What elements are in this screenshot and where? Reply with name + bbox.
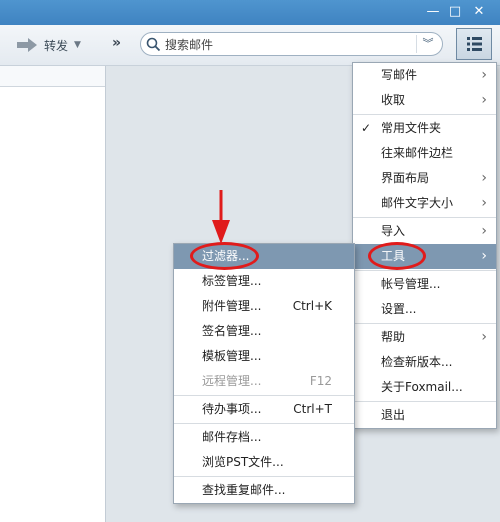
submenu-item-find-duplicates[interactable]: 查找重复邮件... <box>174 478 354 503</box>
folder-pane-header <box>0 66 105 87</box>
menu-separator <box>174 476 354 477</box>
chevron-right-icon: › <box>481 67 487 83</box>
menu-separator <box>353 270 496 271</box>
menu-item-label: 退出 <box>381 408 406 422</box>
tools-submenu: 过滤器... 标签管理... 附件管理... Ctrl+K 签名管理... 模板管… <box>173 243 355 504</box>
menu-item-check-update[interactable]: 检查新版本... <box>353 350 496 375</box>
menu-item-label: 帮助 <box>381 330 406 344</box>
menu-item-import[interactable]: 导入 › <box>353 219 496 244</box>
title-bar: — □ ✕ <box>0 0 500 25</box>
menu-separator <box>353 323 496 324</box>
menu-item-label: 邮件文字大小 <box>381 196 454 210</box>
submenu-item-signature-manager[interactable]: 签名管理... <box>174 319 354 344</box>
annotation-arrow-icon <box>212 190 230 244</box>
menu-item-about[interactable]: 关于Foxmail... <box>353 375 496 400</box>
shortcut-label: F12 <box>309 374 332 388</box>
close-button[interactable]: ✕ <box>469 3 489 21</box>
menu-item-label: 工具 <box>381 249 406 263</box>
menu-item-label: 签名管理... <box>202 324 262 338</box>
menu-item-label: 标签管理... <box>202 274 262 288</box>
menu-item-text-size[interactable]: 邮件文字大小 › <box>353 191 496 216</box>
folder-pane <box>0 66 106 522</box>
menu-item-label: 常用文件夹 <box>381 121 442 135</box>
menu-item-label: 设置... <box>381 302 417 316</box>
menu-separator <box>353 217 496 218</box>
chevron-right-icon: › <box>481 248 487 264</box>
menu-item-label: 往来邮件边栏 <box>381 146 454 160</box>
chevron-down-icon: ▼ <box>74 40 81 50</box>
menu-item-compose[interactable]: 写邮件 › <box>353 63 496 88</box>
menu-separator <box>353 401 496 402</box>
chevron-right-icon: › <box>481 223 487 239</box>
menu-item-tools[interactable]: 工具 › <box>353 244 496 269</box>
menu-item-label: 检查新版本... <box>381 355 453 369</box>
submenu-item-archive[interactable]: 邮件存档... <box>174 425 354 450</box>
menu-item-label: 收取 <box>381 93 406 107</box>
search-input[interactable] <box>163 35 417 55</box>
maximize-button[interactable]: □ <box>445 3 465 21</box>
chevron-right-icon: › <box>481 329 487 345</box>
menu-item-label: 模板管理... <box>202 349 262 363</box>
more-button[interactable]: » <box>112 35 121 51</box>
submenu-item-filters[interactable]: 过滤器... <box>174 244 354 269</box>
menu-item-receive[interactable]: 收取 › <box>353 88 496 113</box>
menu-item-settings[interactable]: 设置... <box>353 297 496 322</box>
menu-item-label: 待办事项... <box>202 402 262 416</box>
menu-item-label: 帐号管理... <box>381 277 441 291</box>
forward-arrow-icon <box>17 38 37 52</box>
menu-item-label: 过滤器... <box>202 249 250 263</box>
submenu-item-todo[interactable]: 待办事项... Ctrl+T <box>174 397 354 422</box>
menu-item-label: 界面布局 <box>381 171 430 185</box>
search-icon <box>146 37 161 52</box>
submenu-item-template-manager[interactable]: 模板管理... <box>174 344 354 369</box>
shortcut-label: Ctrl+K <box>292 299 332 313</box>
menu-item-label: 邮件存档... <box>202 430 262 444</box>
submenu-item-tag-manager[interactable]: 标签管理... <box>174 269 354 294</box>
search-box: ︾ <box>140 32 443 56</box>
submenu-item-remote-manager: 远程管理... F12 <box>174 369 354 394</box>
menu-item-help[interactable]: 帮助 › <box>353 325 496 350</box>
menu-item-account-manager[interactable]: 帐号管理... <box>353 272 496 297</box>
menu-list-icon <box>467 37 482 51</box>
chevron-right-icon: › <box>481 92 487 108</box>
menu-item-contacts-sidebar[interactable]: 往来邮件边栏 <box>353 141 496 166</box>
main-menu: 写邮件 › 收取 › ✓ 常用文件夹 往来邮件边栏 界面布局 › 邮件文字大小 › 导入 ›… <box>352 62 497 429</box>
chevron-right-icon: › <box>481 170 487 186</box>
menu-separator <box>174 423 354 424</box>
menu-separator <box>353 114 496 115</box>
chevron-right-icon: › <box>481 195 487 211</box>
shortcut-label: Ctrl+T <box>293 402 332 416</box>
menu-item-label: 写邮件 <box>381 68 418 82</box>
minimize-button[interactable]: — <box>423 3 443 21</box>
main-menu-button[interactable] <box>456 28 492 60</box>
toolbar: 转发 ▼ » ︾ <box>0 25 500 66</box>
menu-item-label: 导入 <box>381 224 406 238</box>
submenu-item-browse-pst[interactable]: 浏览PST文件... <box>174 450 354 475</box>
forward-button[interactable]: 转发 ▼ <box>16 34 81 56</box>
menu-item-label: 查找重复邮件... <box>202 483 286 497</box>
checkmark-icon: ✓ <box>361 121 372 135</box>
menu-item-exit[interactable]: 退出 <box>353 403 496 428</box>
submenu-item-attachment-manager[interactable]: 附件管理... Ctrl+K <box>174 294 354 319</box>
search-options-chevron-icon[interactable]: ︾ <box>416 35 439 53</box>
menu-item-layout[interactable]: 界面布局 › <box>353 166 496 191</box>
menu-separator <box>174 395 354 396</box>
forward-label: 转发 <box>44 38 69 53</box>
menu-item-label: 远程管理... <box>202 374 262 388</box>
menu-item-common-folders[interactable]: ✓ 常用文件夹 <box>353 116 496 141</box>
menu-item-label: 附件管理... <box>202 299 262 313</box>
menu-item-label: 浏览PST文件... <box>202 455 284 469</box>
menu-item-label: 关于Foxmail... <box>381 380 463 394</box>
